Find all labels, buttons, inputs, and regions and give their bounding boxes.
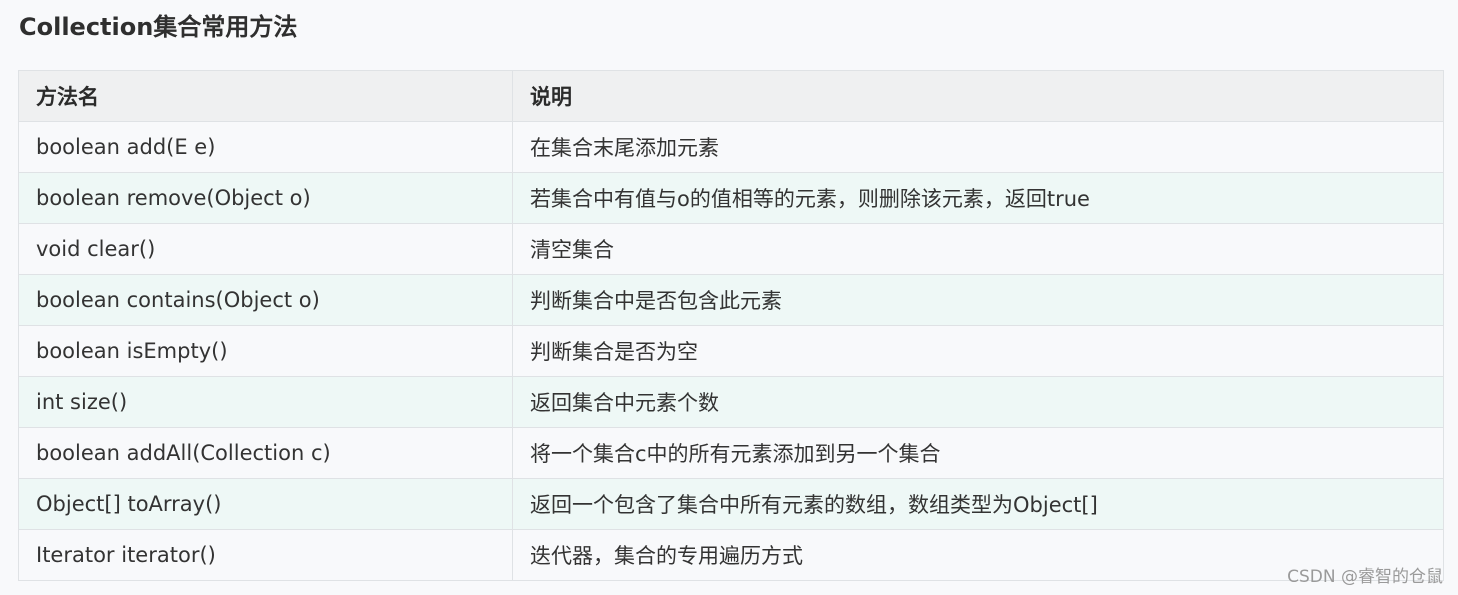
description-header: 说明 [512,70,1444,122]
table-row: Iterator iterator() 迭代器，集合的专用遍历方式 [18,529,1444,581]
collection-methods-table: 方法名 说明 boolean add(E e) 在集合末尾添加元素 boolea… [18,70,1444,581]
table-row: boolean addAll(Collection c) 将一个集合c中的所有元… [18,427,1444,479]
method-name-cell: Iterator iterator() [18,529,513,581]
csdn-watermark: CSDN @睿智的仓鼠 [1287,567,1443,587]
table-row: boolean add(E e) 在集合末尾添加元素 [18,121,1444,173]
table-body: boolean add(E e) 在集合末尾添加元素 boolean remov… [18,121,1444,581]
method-name-cell: void clear() [18,223,513,275]
header-row: 方法名 说明 [18,70,1444,122]
page-title: Collection集合常用方法 [19,13,298,41]
description-cell: 清空集合 [512,223,1444,275]
method-name-cell: boolean contains(Object o) [18,274,513,326]
description-cell: 若集合中有值与o的值相等的元素，则删除该元素，返回true [512,172,1444,224]
table-row: boolean contains(Object o) 判断集合中是否包含此元素 [18,274,1444,326]
method-name-cell: boolean addAll(Collection c) [18,427,513,479]
document-page: Collection集合常用方法 方法名 说明 boolean add(E e)… [0,0,1458,595]
method-name-cell: boolean remove(Object o) [18,172,513,224]
method-name-cell: Object[] toArray() [18,478,513,530]
description-cell: 判断集合中是否包含此元素 [512,274,1444,326]
description-cell: 判断集合是否为空 [512,325,1444,377]
description-cell: 返回一个包含了集合中所有元素的数组，数组类型为Object[] [512,478,1444,530]
table-header: 方法名 说明 [18,70,1444,122]
method-name-header: 方法名 [18,70,513,122]
method-name-cell: int size() [18,376,513,428]
table-row: int size() 返回集合中元素个数 [18,376,1444,428]
description-cell: 在集合末尾添加元素 [512,121,1444,173]
method-name-cell: boolean add(E e) [18,121,513,173]
description-cell: 将一个集合c中的所有元素添加到另一个集合 [512,427,1444,479]
table-row: boolean isEmpty() 判断集合是否为空 [18,325,1444,377]
table-row: boolean remove(Object o) 若集合中有值与o的值相等的元素… [18,172,1444,224]
table-row: void clear() 清空集合 [18,223,1444,275]
method-name-cell: boolean isEmpty() [18,325,513,377]
description-cell: 返回集合中元素个数 [512,376,1444,428]
table-row: Object[] toArray() 返回一个包含了集合中所有元素的数组，数组类… [18,478,1444,530]
